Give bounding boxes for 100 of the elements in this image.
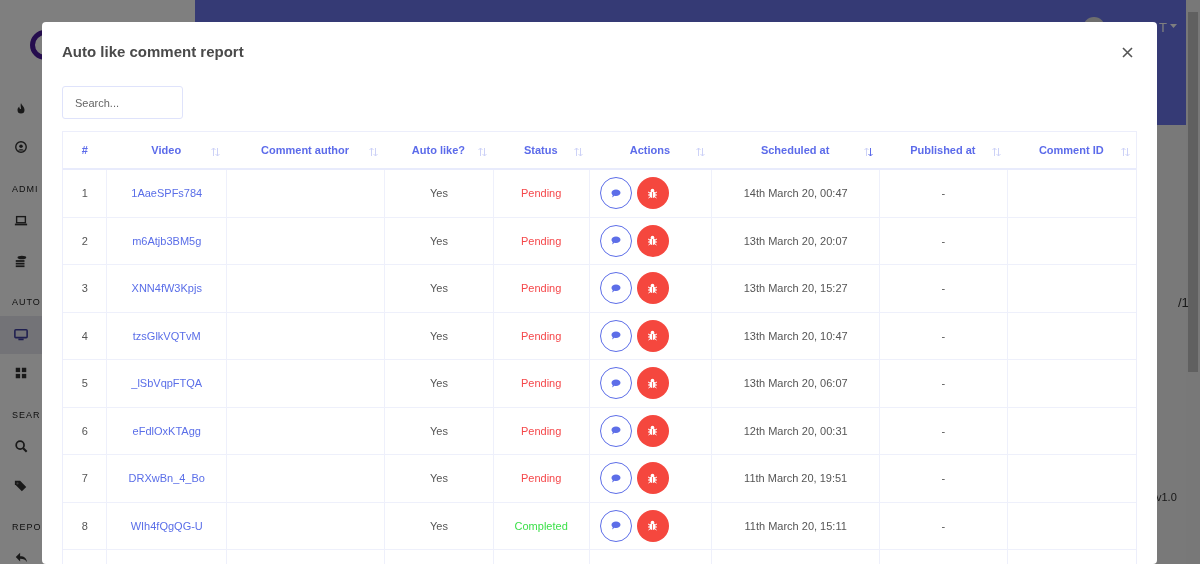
scheduled-at-cell-text: 12th March 20, 00:31 <box>743 423 848 439</box>
row-number: 3 <box>81 281 88 296</box>
row-number: 2 <box>81 233 88 249</box>
video-link[interactable]: WIh4fQgQG-U <box>130 517 203 534</box>
published-at-cell-text: - <box>941 281 946 296</box>
video-link[interactable]: _lSbVqpFTQA <box>131 375 203 392</box>
bug-button[interactable] <box>636 414 669 447</box>
status-cell-text: Pending <box>520 328 562 344</box>
column-header[interactable]: Comment author <box>261 141 350 159</box>
status-cell-text: Pending <box>520 471 562 486</box>
bug-icon <box>647 235 659 247</box>
bug-icon <box>647 187 659 199</box>
status-cell-text: Pending <box>520 281 562 296</box>
status-cell-text: Pending <box>520 423 562 439</box>
video-link[interactable]: m6Atjb3BM5g <box>132 232 202 249</box>
bug-button[interactable] <box>636 462 669 495</box>
scheduled-at-cell-text: 13th March 20, 20:07 <box>743 233 848 249</box>
search-icon <box>14 439 28 453</box>
bug-icon <box>647 330 659 342</box>
scheduled-at-cell-text: 14th March 20, 00:47 <box>743 186 848 201</box>
column-header[interactable]: Auto like? <box>411 141 465 159</box>
status-cell-text: Pending <box>520 376 562 391</box>
status-cell-text: Pending <box>520 233 562 249</box>
auto-like-cell-text: Yes <box>429 423 448 439</box>
video-link[interactable]: XNN4fW3Kpjs <box>131 280 202 297</box>
bug-icon <box>647 425 659 437</box>
speech-bubble-icon <box>610 378 621 388</box>
auto-like-cell-text: Yes <box>429 518 448 534</box>
bug-button[interactable] <box>636 272 669 305</box>
bug-icon <box>647 377 659 389</box>
speech-bubble-icon <box>610 236 621 246</box>
bug-button[interactable] <box>636 509 669 542</box>
scheduled-at-cell-text: 13th March 20, 10:47 <box>743 328 848 344</box>
status-cell-text: Pending <box>520 186 562 201</box>
scheduled-at-cell-text: 11th March 20, 19:51 <box>744 471 848 486</box>
speech-bubble-icon <box>610 331 621 341</box>
row-number: 7 <box>81 471 88 486</box>
auto-like-cell-text: Yes <box>429 186 448 201</box>
tags-icon <box>14 479 28 493</box>
speech-bubble-icon <box>610 473 621 483</box>
search-field[interactable]: Search... <box>62 86 183 119</box>
pager-text: /1 <box>1178 294 1189 312</box>
sidebar-section-label: ADMI <box>12 183 39 196</box>
published-at-cell-text: - <box>941 328 946 344</box>
user-menu[interactable]: T <box>1159 18 1167 38</box>
sidebar-section-label: REPO <box>12 521 42 534</box>
auto-like-cell-text: Yes <box>429 233 448 249</box>
bug-icon <box>647 520 659 532</box>
bug-button[interactable] <box>636 319 669 352</box>
row-number: 1 <box>81 186 88 201</box>
video-link[interactable]: DRXwBn_4_Bo <box>128 470 205 487</box>
row-number: 8 <box>81 518 88 534</box>
video-link[interactable]: 1AaeSPFs784 <box>131 185 203 202</box>
published-at-cell-text: - <box>941 423 946 439</box>
column-header[interactable]: Video <box>151 141 182 159</box>
version-text: v1.0 <box>1156 490 1177 505</box>
row-number: 5 <box>81 376 88 391</box>
scheduled-at-cell-text: 11th March 20, 15:11 <box>744 518 847 534</box>
bug-button[interactable] <box>636 367 669 400</box>
column-header[interactable]: Comment ID <box>1038 141 1104 159</box>
column-header[interactable]: Published at <box>910 141 976 159</box>
speech-bubble-icon <box>610 188 621 198</box>
monitor-icon <box>14 328 28 342</box>
user-circle-icon <box>14 140 28 154</box>
published-at-cell-text: - <box>941 376 946 391</box>
auto-like-cell-text: Yes <box>429 376 448 391</box>
status-cell-text: Completed <box>514 518 568 534</box>
sidebar-section-label: SEAR <box>12 409 41 422</box>
close-icon <box>1121 46 1133 58</box>
grid-icon <box>14 366 28 380</box>
bug-button[interactable] <box>636 224 669 257</box>
database-icon <box>14 254 28 268</box>
scheduled-at-cell-text: 13th March 20, 15:27 <box>743 281 848 296</box>
bug-icon <box>647 472 659 484</box>
bug-icon <box>647 282 659 294</box>
column-header[interactable]: Status <box>523 141 558 159</box>
reply-icon <box>14 550 28 564</box>
published-at-cell-text: - <box>941 471 946 486</box>
scheduled-at-cell-text: 13th March 20, 06:07 <box>743 376 848 391</box>
column-header[interactable]: # <box>81 141 88 159</box>
sidebar-section-label: AUTO <box>12 296 41 309</box>
sort-icon[interactable] <box>864 147 874 157</box>
speech-bubble-icon <box>610 283 621 293</box>
published-at-cell-text: - <box>941 518 946 534</box>
speech-bubble-icon <box>610 521 621 531</box>
auto-like-cell-text: Yes <box>429 328 448 344</box>
video-link[interactable]: eFdlOxKTAgg <box>132 422 201 439</box>
column-header[interactable]: Actions <box>629 141 671 159</box>
sidebar-item[interactable] <box>0 316 42 354</box>
video-link[interactable]: tzsGlkVQTvM <box>132 327 201 344</box>
speech-bubble-icon <box>610 426 621 436</box>
published-at-cell-text: - <box>941 233 946 249</box>
caret-icon <box>1170 24 1177 28</box>
bug-button[interactable] <box>636 177 669 210</box>
row-number: 4 <box>81 328 88 344</box>
published-at-cell-text: - <box>941 186 946 201</box>
laptop-icon <box>14 214 28 228</box>
column-header[interactable]: Scheduled at <box>760 141 830 159</box>
auto-like-cell-text: Yes <box>429 471 448 486</box>
auto-like-cell-text: Yes <box>429 281 448 296</box>
